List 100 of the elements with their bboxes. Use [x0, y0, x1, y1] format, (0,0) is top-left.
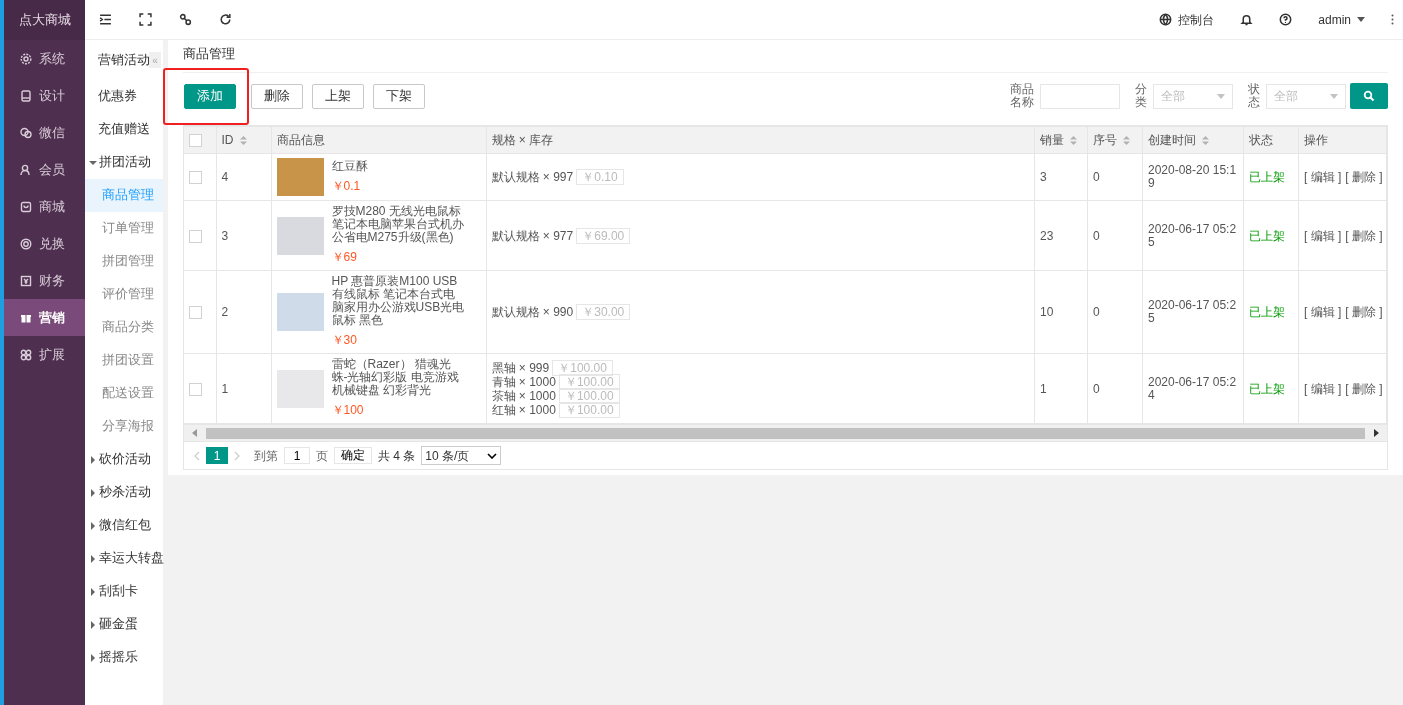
horizontal-scrollbar[interactable] [184, 424, 1387, 441]
submenu-group[interactable]: 砸金蛋 [85, 608, 163, 641]
table-cell: 0 [1093, 228, 1100, 243]
main-menu-item[interactable]: 微信 [4, 114, 85, 151]
checkbox[interactable] [189, 134, 202, 148]
submenu-group[interactable]: 秒杀活动 [85, 476, 163, 509]
action-link[interactable]: [ 删除 ] [1345, 170, 1383, 184]
refresh-icon[interactable] [218, 13, 232, 26]
product-price: ￥0.1 [331, 177, 362, 195]
table-cell: 4 [221, 170, 229, 184]
spec-price: ￥100.00 [558, 387, 620, 404]
column-header: 商品信息 [276, 133, 325, 147]
spec-stock: 黑轴 × 999 [491, 360, 550, 375]
link-icon[interactable] [178, 13, 192, 26]
checkbox[interactable] [189, 306, 202, 320]
tablet-icon [20, 89, 32, 102]
action-button[interactable]: 下架 [373, 83, 425, 109]
submenu-group[interactable]: 砍价活动 [85, 443, 163, 476]
action-button[interactable]: 上架 [312, 83, 364, 109]
caret-icon [1357, 17, 1365, 22]
page-input[interactable]: 1 [284, 447, 310, 464]
action-button[interactable]: 删除 [251, 83, 303, 109]
prev-page-icon[interactable] [194, 450, 200, 461]
submenu-item[interactable]: 评价管理 [85, 278, 163, 311]
page-title: 商品管理 [183, 40, 1388, 73]
spec-price: ￥100.00 [558, 401, 620, 418]
fullscreen-icon[interactable] [138, 13, 152, 26]
table-cell: 0 [1093, 170, 1100, 184]
table-cell: 2020-06-17 05:25 [1148, 299, 1238, 325]
confirm-button[interactable]: 确定 [334, 447, 372, 464]
search-button[interactable] [1350, 83, 1388, 109]
checkbox[interactable] [189, 229, 202, 243]
status-text: 已上架 [1249, 381, 1285, 396]
spec-price: ￥100.00 [558, 373, 620, 390]
goto-label: 到第 [254, 447, 278, 465]
action-link[interactable]: [ 编辑 ] [1304, 170, 1342, 184]
main-menu-item[interactable]: 设计 [4, 77, 85, 114]
main-menu-item[interactable]: 商城 [4, 188, 85, 225]
table-cell: 23 [1040, 228, 1054, 243]
sort-icon [1202, 136, 1209, 146]
console-link[interactable]: 控制台 [1146, 10, 1228, 29]
scroll-left-icon [192, 429, 198, 437]
spec-stock: 茶轴 × 1000 [491, 388, 556, 403]
main-menu-item[interactable]: 会员 [4, 151, 85, 188]
action-link[interactable]: [ 编辑 ] [1304, 228, 1342, 243]
submenu-group[interactable]: 拼团活动 [85, 146, 163, 179]
submenu-item[interactable]: 分享海报 [85, 410, 163, 443]
user-menu[interactable]: admin [1305, 10, 1378, 29]
main-menu-item[interactable]: 扩展 [4, 336, 85, 373]
spec-price: ￥100.00 [552, 359, 613, 376]
more-icon[interactable] [1391, 13, 1394, 26]
checkbox[interactable] [189, 382, 202, 396]
submenu-item[interactable]: 充值赠送 [85, 113, 163, 146]
search-icon [1363, 90, 1375, 102]
action-link[interactable]: [ 编辑 ] [1304, 381, 1342, 396]
action-link[interactable]: [ 删除 ] [1345, 228, 1383, 243]
bell-icon[interactable] [1240, 13, 1254, 26]
action-link[interactable]: [ 编辑 ] [1304, 305, 1342, 319]
submenu-group[interactable]: 微信红包 [85, 509, 163, 542]
submenu-item[interactable]: 优惠券 [85, 80, 163, 113]
main-menu-item[interactable]: 营销 [4, 299, 85, 336]
action-link[interactable]: [ 删除 ] [1345, 305, 1383, 319]
page-number[interactable]: 1 [206, 447, 228, 464]
spec-stock: 默认规格 × 977 [491, 228, 574, 243]
main-menu-item[interactable]: 兑换 [4, 225, 85, 262]
main-menu-item[interactable]: 系统 [4, 40, 85, 77]
submenu-group[interactable]: 摇摇乐 [85, 641, 163, 674]
submenu-item[interactable]: 订单管理 [85, 212, 163, 245]
indent-menu-icon[interactable] [98, 13, 112, 26]
checkbox[interactable] [189, 171, 202, 185]
submenu-item[interactable]: 配送设置 [85, 377, 163, 410]
product-name: 雷蛇（Razer） 猎魂光蛛-光轴幻彩版 电竞游戏机械键盘 幻彩背光 [331, 358, 460, 397]
table-cell: 0 [1093, 305, 1100, 319]
gear-icon [20, 52, 32, 65]
scroll-right-icon [1373, 429, 1379, 437]
bag-icon [20, 200, 32, 213]
column-header[interactable]: ID [221, 133, 234, 147]
help-icon[interactable] [1279, 13, 1293, 26]
submenu-group[interactable]: 幸运大转盘 [85, 542, 163, 575]
next-page-icon[interactable] [234, 450, 240, 461]
total-count: 共 4 条 [378, 447, 416, 465]
submenu-group[interactable]: 刮刮卡 [85, 575, 163, 608]
product-name: 红豆酥 [331, 159, 369, 173]
submenu-title: 营销活动 [98, 51, 150, 69]
status-text: 已上架 [1249, 305, 1285, 319]
product-name: HP 惠普原装M100 USB有线鼠标 笔记本台式电脑家用办公游戏USB光电鼠标 黑色 [331, 275, 466, 327]
action-button[interactable]: 添加 [184, 83, 236, 109]
photo-placeholder [276, 293, 324, 331]
main-menu-item[interactable]: 财务 [4, 262, 85, 299]
table-cell: 1 [1040, 381, 1047, 396]
column-header: 操作 [1304, 133, 1328, 147]
table-cell: 2 [221, 305, 229, 319]
submenu-item[interactable]: 拼团设置 [85, 344, 163, 377]
action-link[interactable]: [ 删除 ] [1345, 381, 1383, 396]
submenu-item[interactable]: 拼团管理 [85, 245, 163, 278]
page-size-select[interactable]: 10 条/页 [421, 446, 502, 465]
submenu-item[interactable]: 商品分类 [85, 311, 163, 344]
product-price: ￥30 [331, 332, 358, 349]
text-field[interactable] [1040, 83, 1120, 109]
caret-icon [1330, 93, 1338, 99]
